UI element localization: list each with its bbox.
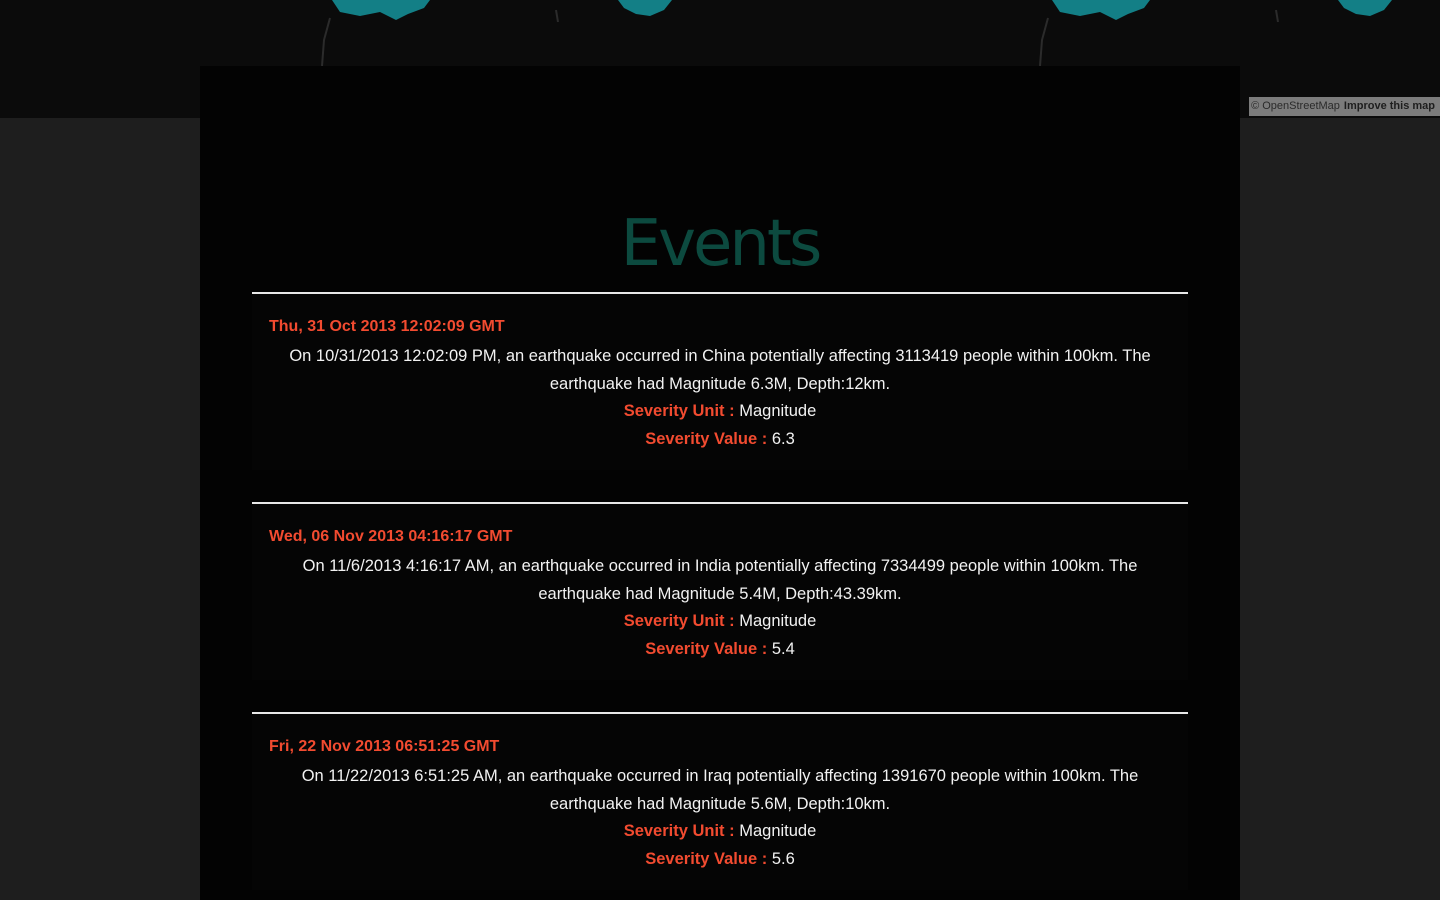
severity-value-row: Severity Value : 5.6 bbox=[252, 845, 1188, 873]
map-attribution: © OpenStreetMap Improve this map bbox=[1249, 97, 1440, 116]
map-coast bbox=[321, 17, 331, 67]
event-description: On 11/22/2013 6:51:25 AM, an earthquake … bbox=[301, 767, 1139, 813]
severity-unit-row: Severity Unit : Magnitude bbox=[252, 817, 1188, 845]
event-card: Thu, 31 Oct 2013 12:02:09 GMT On 10/31/2… bbox=[252, 292, 1188, 470]
map-landmass bbox=[1052, 0, 1150, 20]
severity-value-row: Severity Value : 5.4 bbox=[252, 635, 1188, 663]
severity-unit-label: Severity Unit : bbox=[623, 822, 735, 840]
map-landmass bbox=[332, 0, 430, 20]
severity-value-value: 6.3 bbox=[771, 430, 795, 448]
map-coast bbox=[1275, 9, 1279, 23]
event-description: On 10/31/2013 12:02:09 PM, an earthquake… bbox=[289, 347, 1151, 393]
map-landmass bbox=[618, 0, 672, 16]
page-title: Events bbox=[620, 207, 823, 281]
severity-unit-label: Severity Unit : bbox=[623, 402, 735, 420]
event-description: On 11/6/2013 4:16:17 AM, an earthquake o… bbox=[302, 557, 1138, 603]
severity-value-label: Severity Value : bbox=[645, 430, 768, 448]
severity-unit-label: Severity Unit : bbox=[623, 612, 735, 630]
map-coast bbox=[1039, 17, 1049, 67]
event-card: Wed, 06 Nov 2013 04:16:17 GMT On 11/6/20… bbox=[252, 502, 1188, 680]
severity-unit-row: Severity Unit : Magnitude bbox=[252, 397, 1188, 425]
improve-map-link[interactable]: Improve this map bbox=[1344, 100, 1435, 112]
severity-unit-row: Severity Unit : Magnitude bbox=[252, 607, 1188, 635]
map-landmass bbox=[1338, 0, 1392, 16]
severity-unit-value: Magnitude bbox=[739, 822, 817, 840]
severity-value-row: Severity Value : 6.3 bbox=[252, 425, 1188, 453]
event-date: Fri, 22 Nov 2013 06:51:25 GMT bbox=[269, 738, 500, 755]
severity-unit-value: Magnitude bbox=[739, 612, 817, 630]
severity-unit-value: Magnitude bbox=[739, 402, 817, 420]
event-date: Wed, 06 Nov 2013 04:16:17 GMT bbox=[269, 528, 513, 545]
event-card: Fri, 22 Nov 2013 06:51:25 GMT On 11/22/2… bbox=[252, 712, 1188, 890]
event-date: Thu, 31 Oct 2013 12:02:09 GMT bbox=[269, 318, 505, 335]
osm-copyright-link[interactable]: © OpenStreetMap bbox=[1251, 100, 1340, 112]
severity-value-value: 5.4 bbox=[771, 640, 795, 658]
severity-value-label: Severity Value : bbox=[645, 640, 768, 658]
map-coast bbox=[555, 9, 559, 23]
severity-value-label: Severity Value : bbox=[645, 850, 768, 868]
severity-value-value: 5.6 bbox=[771, 850, 795, 868]
